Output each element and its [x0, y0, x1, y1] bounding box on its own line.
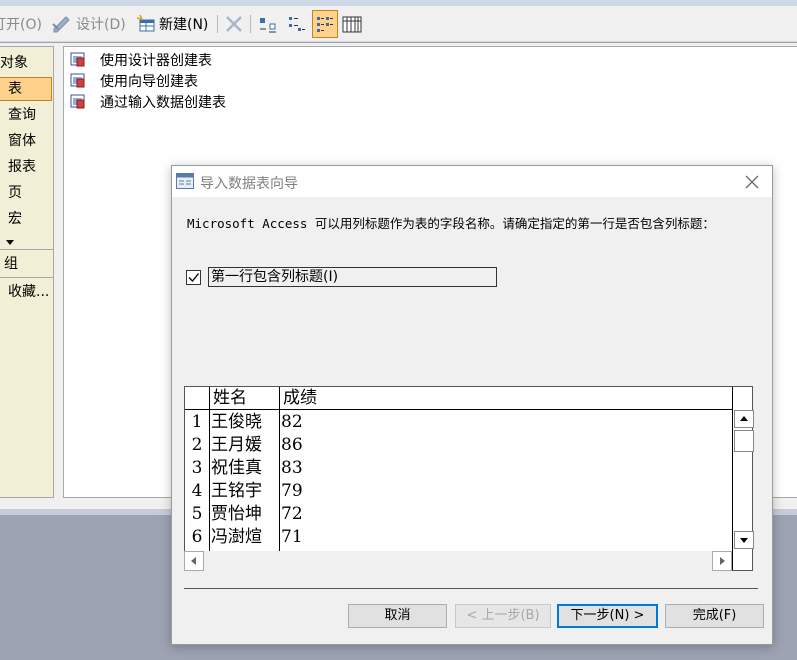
scroll-down-button[interactable]	[734, 531, 754, 549]
object-tab-forms[interactable]: 窗体	[0, 129, 53, 153]
toolbar-separator	[250, 15, 251, 33]
row-number: 5	[191, 504, 203, 524]
table-row[interactable]: 2 王月媛 86	[185, 434, 733, 457]
new-button-label: 新建(N)	[159, 17, 209, 33]
dialog-titlebar: 导入数据表向导	[172, 166, 772, 197]
close-icon[interactable]	[742, 172, 762, 192]
table-row[interactable]: 3 祝佳真 83	[185, 457, 733, 480]
pane-divider	[0, 249, 53, 250]
name-cell: 王月媛	[211, 435, 262, 455]
list-item[interactable]: 使用向导创建表	[70, 71, 198, 91]
large-icons-button[interactable]	[258, 10, 278, 38]
row-number: 6	[191, 527, 203, 547]
table-row[interactable]: 6 冯澍煊 71	[185, 526, 733, 549]
small-icons-icon	[286, 14, 306, 34]
details-view-icon	[342, 14, 362, 34]
name-cell: 冯澍煊	[211, 527, 262, 547]
dialog-divider	[184, 588, 758, 589]
table-wizard-icon	[70, 94, 87, 110]
checkbox[interactable]	[186, 270, 201, 285]
next-button[interactable]: 下一步(N) >	[557, 604, 658, 628]
name-cell: 贾怡坤	[211, 504, 262, 524]
groups-header: 组	[4, 256, 18, 272]
score-cell: 71	[281, 527, 303, 547]
table-row[interactable]: 1 王俊晓 82	[185, 411, 733, 434]
scroll-thumb[interactable]	[734, 430, 754, 452]
objects-header: 对象	[0, 55, 28, 71]
row-number: 3	[191, 458, 203, 478]
scroll-up-button[interactable]	[734, 410, 754, 428]
close-icon	[224, 14, 244, 34]
object-tab-reports[interactable]: 报表	[0, 155, 53, 179]
grid-header-row: 姓名 成绩	[185, 387, 733, 410]
list-item-label: 通过输入数据创建表	[100, 95, 226, 111]
score-cell: 79	[281, 481, 303, 501]
scroll-left-button[interactable]	[184, 551, 204, 571]
delete-button[interactable]	[224, 10, 244, 38]
objects-bar: 对象 表 查询 窗体 报表 页 宏 组 收藏...	[0, 46, 54, 498]
row-number: 2	[191, 435, 203, 455]
design-icon	[52, 15, 72, 33]
checkbox-label[interactable]: 第一行包含列标题(I)	[208, 267, 497, 287]
database-toolbar: 打开(O) 设计(D) 新建(N)	[0, 6, 797, 42]
small-icons-button[interactable]	[286, 10, 306, 38]
dialog-title: 导入数据表向导	[200, 176, 298, 192]
column-header[interactable]: 姓名	[211, 387, 247, 409]
table-wizard-icon	[70, 52, 87, 68]
list-item-label: 使用设计器创建表	[100, 53, 212, 69]
object-tab-tables[interactable]: 表	[0, 77, 53, 101]
table-wizard-icon	[70, 73, 87, 89]
score-cell: 72	[281, 504, 303, 524]
name-cell: 祝佳真	[211, 458, 262, 478]
new-button[interactable]: 新建(N)	[136, 10, 209, 38]
scroll-right-button[interactable]	[712, 551, 732, 571]
design-button-label: 设计(D)	[76, 17, 126, 33]
list-view-button[interactable]	[312, 10, 338, 38]
toolbar-separator	[217, 15, 218, 33]
table-row[interactable]: 5 贾怡坤 72	[185, 503, 733, 526]
name-cell: 王铭宇	[211, 481, 262, 501]
open-button-label: 打开(O)	[0, 17, 42, 33]
details-view-button[interactable]	[342, 10, 362, 38]
dialog-app-icon	[176, 173, 194, 193]
column-header[interactable]: 成绩	[281, 387, 317, 409]
more-down-icon[interactable]	[6, 234, 14, 250]
object-tab-pages[interactable]: 页	[0, 181, 53, 205]
open-button[interactable]: 打开(O)	[0, 10, 42, 38]
horizontal-scrollbar[interactable]	[184, 551, 732, 571]
list-item[interactable]: 使用设计器创建表	[70, 50, 212, 70]
list-item[interactable]: 通过输入数据创建表	[70, 92, 226, 112]
score-cell: 86	[281, 435, 303, 455]
cancel-button[interactable]: 取消	[348, 604, 447, 628]
name-cell: 王俊晓	[211, 412, 262, 432]
list-item-label: 使用向导创建表	[100, 74, 198, 90]
list-view-icon	[315, 14, 335, 34]
large-icons-icon	[258, 14, 278, 34]
score-cell: 82	[281, 412, 303, 432]
favorites-item[interactable]: 收藏...	[0, 280, 53, 304]
table-row[interactable]: 4 王铭宇 79	[185, 480, 733, 503]
vertical-scrollbar[interactable]	[734, 410, 754, 550]
score-cell: 83	[281, 458, 303, 478]
finish-button[interactable]: 完成(F)	[665, 604, 764, 628]
back-button[interactable]: < 上一步(B)	[455, 604, 551, 628]
dialog-description: Microsoft Access 可以用列标题作为表的字段名称。请确定指定的第一…	[187, 216, 715, 231]
new-table-icon	[136, 14, 157, 33]
import-wizard-dialog: 导入数据表向导 Microsoft Access 可以用列标题作为表的字段名称。…	[171, 165, 773, 645]
design-button[interactable]: 设计(D)	[52, 10, 126, 38]
data-preview-grid: 姓名 成绩 1 王俊晓 82 2 王月媛 86 3 祝佳真 83 4 王铭宇 7…	[184, 386, 753, 571]
pane-divider	[0, 277, 53, 278]
object-tab-queries[interactable]: 查询	[0, 103, 53, 127]
row-number: 1	[191, 412, 203, 432]
object-tab-macros[interactable]: 宏	[0, 207, 53, 231]
row-number: 4	[191, 481, 203, 501]
